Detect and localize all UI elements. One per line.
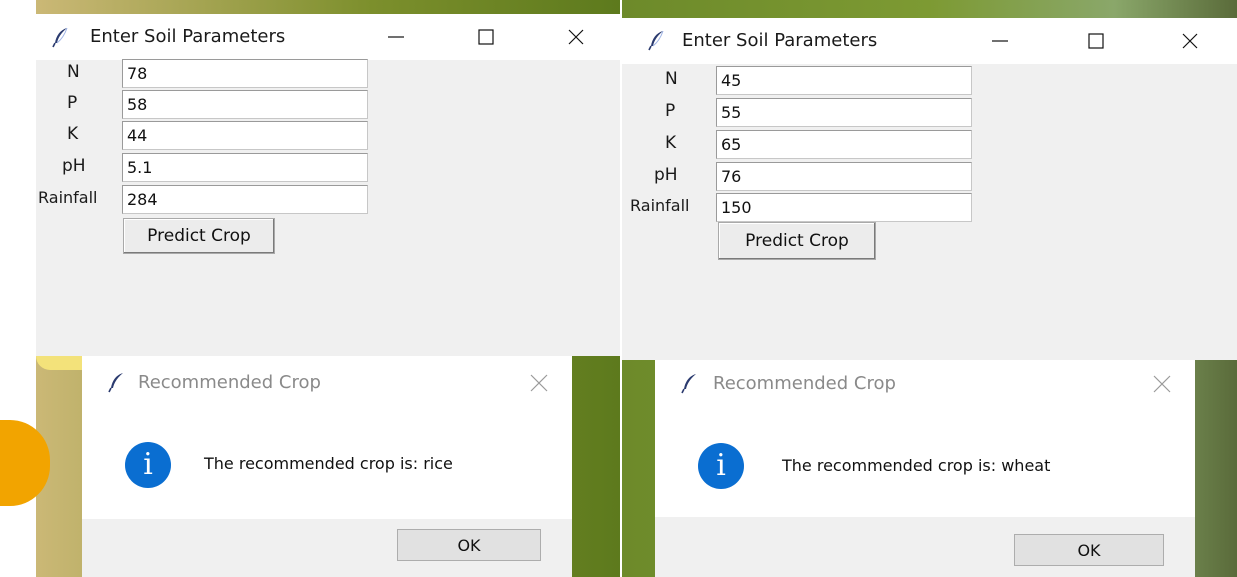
close-icon [568,29,584,45]
close-button[interactable] [1170,26,1210,56]
k-input[interactable] [716,130,972,159]
feather-icon [648,30,664,51]
p-input[interactable] [122,90,368,119]
ph-input[interactable] [122,153,368,182]
minimize-button[interactable] [980,26,1020,56]
dialog-close-button[interactable] [1147,369,1177,399]
n-input[interactable] [122,59,368,88]
label-k: K [67,124,79,144]
maximize-button[interactable] [1076,26,1116,56]
dialog-footer: OK [82,519,572,577]
right-screenshot-panel: Enter Soil Parameters N P K pH Rainfall … [622,0,1237,577]
label-ph: pH [654,165,678,185]
label-k: K [665,133,677,153]
dialog-title: Recommended Crop [138,372,321,393]
label-rainfall: Rainfall [630,196,690,215]
label-rainfall: Rainfall [38,188,98,207]
soil-parameters-window: Enter Soil Parameters N P K pH Rainfall … [36,14,620,356]
background-orange [0,420,50,506]
predict-crop-button[interactable]: Predict Crop [123,218,275,254]
n-input[interactable] [716,66,972,95]
ok-button[interactable]: OK [397,529,541,561]
window-title: Enter Soil Parameters [682,30,878,51]
info-icon: i [698,443,744,489]
dialog-message: The recommended crop is: rice [204,454,453,473]
close-icon [1182,33,1198,49]
label-p: P [67,93,78,113]
minimize-icon [992,40,1008,42]
recommended-crop-dialog: Recommended Crop i The recommended crop … [82,356,572,577]
close-icon [1153,375,1171,393]
window-titlebar: Enter Soil Parameters [622,18,1237,64]
label-ph: pH [62,156,86,176]
close-button[interactable] [556,22,596,52]
maximize-button[interactable] [466,22,506,52]
info-icon: i [125,442,171,488]
dialog-footer: OK [655,517,1195,577]
ok-button[interactable]: OK [1014,534,1164,566]
rainfall-input[interactable] [122,185,368,214]
window-titlebar: Enter Soil Parameters [36,14,620,60]
ph-input[interactable] [716,162,972,191]
feather-icon [52,27,68,48]
feather-icon [681,374,696,394]
dialog-title: Recommended Crop [713,373,896,394]
dialog-close-button[interactable] [524,368,554,398]
k-input[interactable] [122,121,368,150]
soil-parameters-window: Enter Soil Parameters N P K pH Rainfall … [622,18,1237,360]
p-input[interactable] [716,98,972,127]
left-screenshot-panel: Enter Soil Parameters N P K pH Rainfall … [0,0,620,577]
recommended-crop-dialog: Recommended Crop i The recommended crop … [655,360,1195,577]
label-n: N [67,62,80,82]
minimize-button[interactable] [376,22,416,52]
feather-icon [108,373,123,393]
predict-crop-button[interactable]: Predict Crop [718,222,876,260]
maximize-icon [1088,33,1104,49]
window-title: Enter Soil Parameters [90,26,286,47]
dialog-message: The recommended crop is: wheat [782,456,1051,475]
maximize-icon [478,29,494,45]
close-icon [530,374,548,392]
label-n: N [665,69,678,89]
rainfall-input[interactable] [716,193,972,222]
minimize-icon [388,36,404,38]
label-p: P [665,101,676,121]
